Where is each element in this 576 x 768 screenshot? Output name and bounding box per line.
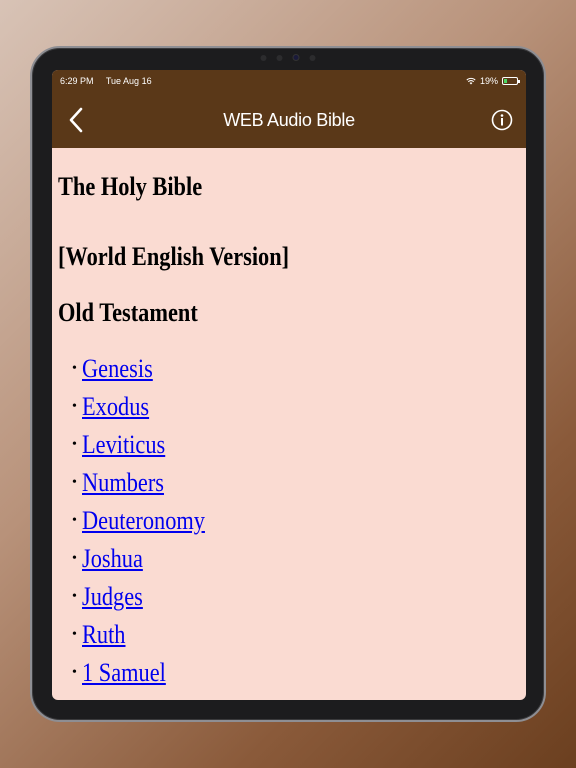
sensor-dot — [276, 54, 283, 61]
book-link-1-samuel[interactable]: 1 Samuel — [82, 658, 166, 688]
navigation-bar: WEB Audio Bible — [52, 92, 526, 148]
bullet: • — [72, 513, 77, 528]
book-link-leviticus[interactable]: Leviticus — [82, 430, 165, 460]
wifi-icon — [466, 77, 476, 85]
list-item: • Leviticus — [72, 426, 526, 464]
bullet: • — [72, 665, 77, 680]
list-item: • 1 Samuel — [72, 654, 526, 692]
list-item: • Numbers — [72, 464, 526, 502]
book-link-genesis[interactable]: Genesis — [82, 354, 153, 384]
battery-percent: 19% — [479, 76, 498, 86]
list-item: • Ruth — [72, 616, 526, 654]
bullet: • — [72, 437, 77, 452]
bullet: • — [72, 361, 77, 376]
book-link-ruth[interactable]: Ruth — [82, 620, 125, 650]
book-title: The Holy Bible — [58, 172, 203, 201]
list-item: • Judges — [72, 578, 526, 616]
bullet: • — [72, 627, 77, 642]
list-item: • Deuteronomy — [72, 502, 526, 540]
page-title: WEB Audio Bible — [223, 109, 355, 130]
version-heading: [World English Version] — [58, 242, 290, 271]
status-bar: 6:29 PM Tue Aug 16 19% — [52, 70, 526, 92]
testament-heading: Old Testament — [58, 298, 198, 327]
sensor-dot — [260, 54, 267, 61]
info-button[interactable] — [486, 100, 518, 140]
status-right: 19% — [466, 76, 520, 86]
book-link-judges[interactable]: Judges — [82, 582, 143, 612]
book-link-numbers[interactable]: Numbers — [82, 468, 164, 498]
bullet: • — [72, 551, 77, 566]
book-link-exodus[interactable]: Exodus — [82, 392, 149, 422]
back-button[interactable] — [60, 100, 92, 140]
bullet: • — [72, 589, 77, 604]
book-link-joshua[interactable]: Joshua — [82, 544, 143, 574]
status-date: Tue Aug 16 — [105, 76, 152, 86]
list-item: • Joshua — [72, 540, 526, 578]
list-item: • Genesis — [72, 350, 526, 388]
ipad-frame: 6:29 PM Tue Aug 16 19% WEB Audio Bible T… — [30, 46, 546, 722]
bible-content: The Holy Bible [World English Version] O… — [52, 148, 526, 692]
sensor-dot — [309, 54, 316, 61]
bullet: • — [72, 399, 77, 414]
chevron-left-icon — [69, 107, 83, 133]
front-camera-icon — [292, 54, 300, 61]
screen: 6:29 PM Tue Aug 16 19% WEB Audio Bible T… — [52, 70, 526, 700]
camera-array — [260, 54, 316, 61]
info-circle-icon — [491, 109, 513, 131]
status-left: 6:29 PM Tue Aug 16 — [60, 76, 162, 86]
book-link-deuteronomy[interactable]: Deuteronomy — [82, 506, 205, 536]
battery-icon — [502, 77, 520, 85]
list-item: • Exodus — [72, 388, 526, 426]
status-time: 6:29 PM — [60, 76, 94, 86]
bullet: • — [72, 475, 77, 490]
book-list: • Genesis • Exodus • Leviticus • Numbers • De… — [58, 350, 526, 692]
